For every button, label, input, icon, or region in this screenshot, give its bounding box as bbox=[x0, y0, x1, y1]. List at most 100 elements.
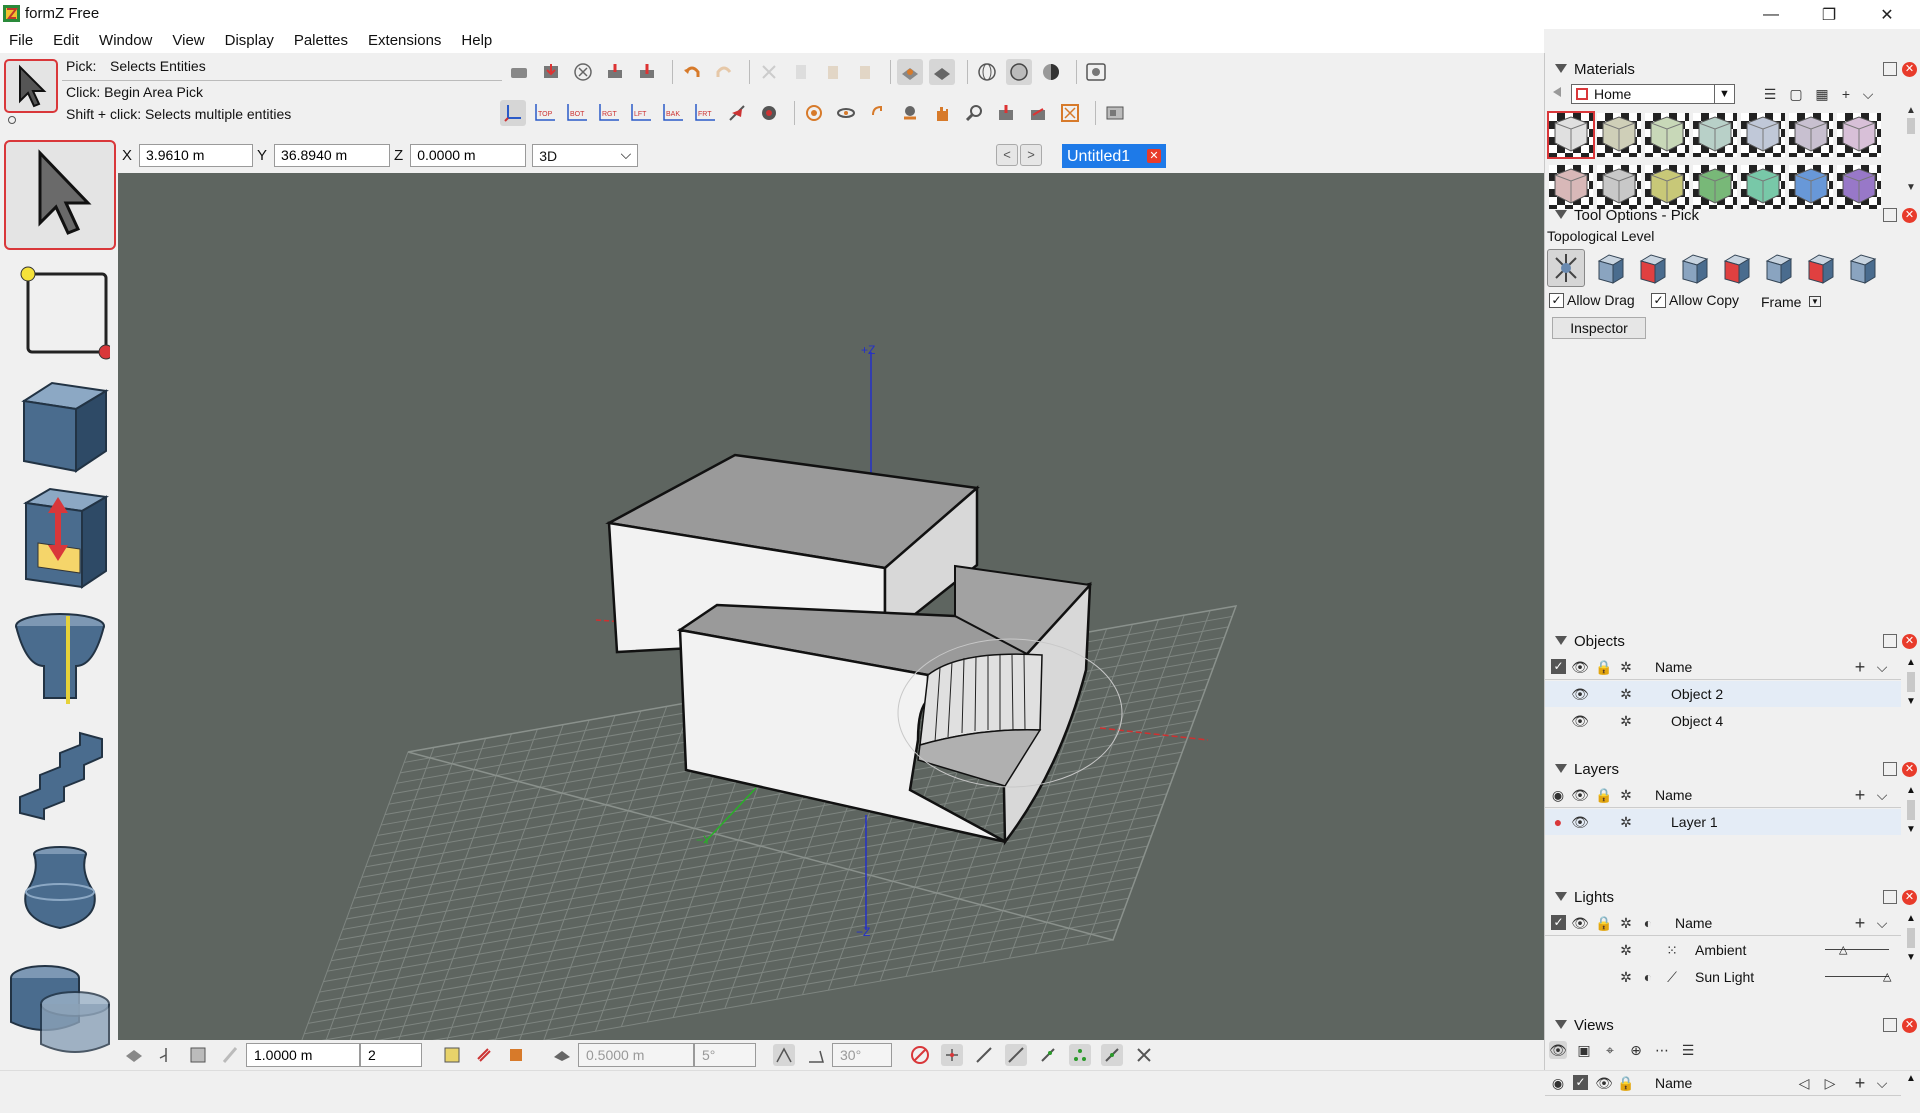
menu-view[interactable]: View bbox=[162, 29, 214, 53]
object-level-icon[interactable] bbox=[1595, 253, 1627, 285]
objects-menu-icon[interactable]: ⌵ bbox=[1873, 658, 1891, 676]
undo-icon[interactable] bbox=[679, 59, 705, 85]
snap-perpendicular-icon[interactable] bbox=[1037, 1044, 1059, 1066]
render-icon[interactable]: ✲ bbox=[1617, 658, 1635, 676]
materials-palette-header[interactable]: Materials ✕ bbox=[1545, 58, 1920, 82]
prev-document-button[interactable]: < bbox=[996, 144, 1018, 166]
lights-scrollbar[interactable]: ▲ ▼ bbox=[1904, 913, 1918, 987]
render-icon[interactable]: ✲ bbox=[1617, 685, 1635, 703]
intensity-slider[interactable] bbox=[1825, 976, 1889, 977]
coordinate-mode-select[interactable]: 3D bbox=[532, 143, 639, 167]
allow-copy-checkbox[interactable]: ✓ bbox=[1651, 293, 1666, 308]
menu-extensions[interactable]: Extensions bbox=[358, 29, 451, 53]
next-view-icon[interactable]: ▷ bbox=[1821, 1074, 1839, 1092]
popout-icon[interactable] bbox=[1883, 208, 1897, 222]
open-file-icon[interactable] bbox=[506, 59, 532, 85]
material-swatch[interactable] bbox=[1789, 165, 1837, 213]
collapse-triangle-icon[interactable] bbox=[1555, 210, 1567, 219]
grid-snap-toggle-icon[interactable] bbox=[441, 1044, 463, 1066]
realistic-render-icon[interactable] bbox=[1038, 59, 1064, 85]
popout-icon[interactable] bbox=[1883, 890, 1897, 904]
edge-level-icon[interactable] bbox=[1679, 253, 1711, 285]
slider-handle-icon[interactable]: △ bbox=[1883, 970, 1891, 983]
list-view-icon[interactable]: ☰ bbox=[1761, 85, 1779, 103]
previous-view-icon[interactable]: ◁ bbox=[1795, 1074, 1813, 1092]
material-library-select[interactable]: Home ▼ bbox=[1571, 84, 1735, 104]
close-palette-icon[interactable]: ✕ bbox=[1902, 1018, 1917, 1033]
cube-tool[interactable] bbox=[4, 368, 116, 478]
collapse-triangle-icon[interactable] bbox=[1555, 892, 1567, 901]
material-swatch[interactable] bbox=[1693, 113, 1741, 161]
camera-icon[interactable]: ▣ bbox=[1575, 1041, 1593, 1059]
grid-snap-icon[interactable] bbox=[897, 59, 923, 85]
lock-icon[interactable]: 🔒 bbox=[1595, 658, 1613, 676]
menu-file[interactable]: File bbox=[0, 29, 43, 53]
visibility-icon[interactable]: 👁 bbox=[1571, 786, 1589, 804]
add-material-icon[interactable]: + bbox=[1837, 85, 1855, 103]
export-icon[interactable] bbox=[634, 59, 660, 85]
axis-view-icon[interactable] bbox=[500, 100, 526, 126]
layers-palette-header[interactable]: Layers ✕ bbox=[1545, 758, 1920, 782]
volume-level-icon[interactable] bbox=[1805, 253, 1837, 285]
walk-icon[interactable] bbox=[833, 100, 859, 126]
copy-icon[interactable] bbox=[788, 59, 814, 85]
rotate-view-icon[interactable] bbox=[865, 100, 891, 126]
views-scrollbar[interactable]: ▲ bbox=[1904, 1073, 1918, 1113]
tool-options-palette-header[interactable]: Tool Options - Pick ✕ bbox=[1545, 204, 1920, 228]
close-window-button[interactable]: ✕ bbox=[1858, 0, 1916, 29]
add-light-icon[interactable]: + bbox=[1851, 913, 1869, 933]
add-object-icon[interactable]: + bbox=[1851, 657, 1869, 677]
layers-state-icon[interactable]: ⋯ bbox=[1653, 1041, 1671, 1059]
material-swatch[interactable] bbox=[1547, 111, 1597, 161]
visibility-icon[interactable]: 👁 bbox=[1571, 712, 1589, 730]
objects-palette-header[interactable]: Objects ✕ bbox=[1545, 630, 1920, 654]
view-left-icon[interactable]: LFT bbox=[628, 100, 654, 126]
snap-midpoint-icon[interactable] bbox=[1005, 1044, 1027, 1066]
menu-help[interactable]: Help bbox=[451, 29, 502, 53]
face-level-icon[interactable] bbox=[1637, 253, 1669, 285]
light-row[interactable]: ✲ ◐ ⟋ Sun Light △ bbox=[1545, 964, 1901, 990]
layers-scrollbar[interactable]: ▲ ▼ bbox=[1904, 785, 1918, 859]
menu-window[interactable]: Window bbox=[89, 29, 162, 53]
ruler-icon[interactable] bbox=[219, 1044, 241, 1066]
single-view-icon[interactable]: ▢ bbox=[1787, 85, 1805, 103]
stairs-tool[interactable] bbox=[4, 718, 116, 828]
pan-hand-icon[interactable] bbox=[929, 100, 955, 126]
material-swatch[interactable] bbox=[1789, 113, 1837, 161]
slider-handle-icon[interactable]: △ bbox=[1839, 943, 1847, 956]
views-palette-header[interactable]: Views ✕ bbox=[1545, 1014, 1920, 1038]
lights-menu-icon[interactable]: ⌵ bbox=[1873, 914, 1891, 932]
material-swatch[interactable] bbox=[1741, 113, 1789, 161]
snap-off-icon[interactable] bbox=[1133, 1044, 1155, 1066]
snap-grid-icon[interactable] bbox=[1069, 1044, 1091, 1066]
material-swatch[interactable] bbox=[1645, 165, 1693, 213]
view-top-icon[interactable]: TOP bbox=[532, 100, 558, 126]
import-icon[interactable] bbox=[602, 59, 628, 85]
view-axonometric-icon[interactable] bbox=[724, 100, 750, 126]
redo-icon[interactable] bbox=[711, 59, 737, 85]
visibility-icon[interactable]: 👁 bbox=[1571, 813, 1589, 831]
visibility-icon[interactable]: 👁 bbox=[1571, 658, 1589, 676]
view-front-icon[interactable]: FRT bbox=[692, 100, 718, 126]
layer-row[interactable]: ● 👁 ✲ Layer 1 bbox=[1545, 809, 1901, 835]
ref-plane-icon[interactable] bbox=[551, 1044, 573, 1066]
visibility-icon[interactable]: 👁 bbox=[1595, 1074, 1613, 1092]
shadow-icon[interactable]: ◐ bbox=[1639, 968, 1657, 986]
menu-edit[interactable]: Edit bbox=[43, 29, 89, 53]
inspector-button[interactable]: Inspector bbox=[1552, 317, 1646, 339]
add-layer-icon[interactable]: + bbox=[1851, 785, 1869, 805]
reference-plane-icon[interactable] bbox=[929, 59, 955, 85]
material-swatch[interactable] bbox=[1597, 165, 1645, 213]
intensity-slider[interactable] bbox=[1825, 949, 1889, 950]
popout-icon[interactable] bbox=[1883, 1018, 1897, 1032]
popout-icon[interactable] bbox=[1883, 762, 1897, 776]
render-icon[interactable]: ✲ bbox=[1617, 941, 1635, 959]
walkthrough-icon[interactable]: ⌖ bbox=[1601, 1041, 1619, 1059]
zoom-in-icon[interactable] bbox=[993, 100, 1019, 126]
wireframe-render-icon[interactable] bbox=[974, 59, 1000, 85]
frame-dropdown-icon[interactable]: ▼ bbox=[1809, 296, 1821, 307]
close-palette-icon[interactable]: ✕ bbox=[1902, 208, 1917, 223]
grid-view-icon[interactable]: ▦ bbox=[1813, 85, 1831, 103]
shaded-render-icon[interactable] bbox=[1006, 59, 1032, 85]
view-setup-icon[interactable] bbox=[1102, 100, 1128, 126]
